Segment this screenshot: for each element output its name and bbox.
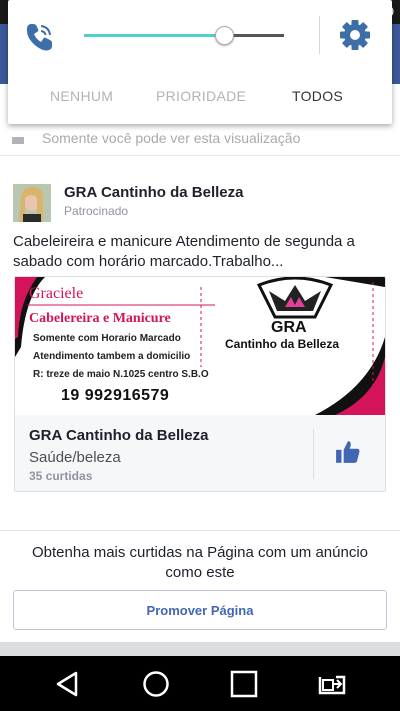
tab-todos[interactable]: TODOS xyxy=(292,88,343,104)
avatar[interactable] xyxy=(13,184,51,222)
quick-settings-panel: NENHUM PRIORIDADE TODOS xyxy=(8,0,392,124)
home-icon[interactable] xyxy=(140,668,172,700)
ad-image-brand-sub: Cantinho da Belleza xyxy=(225,337,340,351)
privacy-notice: Somente você pode ver esta visualização xyxy=(0,126,400,156)
recents-icon[interactable] xyxy=(228,668,260,700)
card-category: Saúde/beleza xyxy=(29,449,121,466)
promote-text: Obtenha mais curtidas na Página com um a… xyxy=(31,544,369,581)
thumbs-up-icon[interactable] xyxy=(335,439,361,465)
promote-page-button[interactable]: Promover Página xyxy=(13,590,387,630)
ad-image-brand: GRA xyxy=(271,319,307,336)
page-card[interactable]: Graciele Cabelereira e Manicure Somente … xyxy=(14,276,386,492)
tab-prioridade[interactable]: PRIORIDADE xyxy=(156,88,246,104)
card-page-name[interactable]: GRA Cantinho da Belleza xyxy=(29,427,208,444)
volume-slider-thumb[interactable] xyxy=(215,26,234,45)
navigation-bar xyxy=(0,656,400,711)
ad-image-line: R: treze de maio N.1025 centro S.B.O xyxy=(33,369,209,380)
ad-image-phone: 19 992916579 xyxy=(61,387,170,404)
ad-image-title: Cabelereira e Manicure xyxy=(29,311,171,326)
ad-image-name: Graciele xyxy=(29,285,84,302)
divider xyxy=(0,158,400,166)
card-info[interactable]: GRA Cantinho da Belleza Saúde/beleza 35 … xyxy=(15,415,385,491)
back-icon[interactable] xyxy=(52,668,84,700)
phone-ringing-icon[interactable] xyxy=(22,20,56,54)
screen-cast-icon[interactable] xyxy=(316,668,348,700)
lock-icon xyxy=(12,137,24,144)
screen: 9 Somente você pode ver esta visualizaçã… xyxy=(0,0,400,711)
volume-slider[interactable] xyxy=(84,24,284,48)
divider xyxy=(319,16,320,54)
ad-image-line: Somente com Horario Marcado xyxy=(33,333,181,344)
sponsored-label: Patrocinado xyxy=(64,204,129,218)
ad-image[interactable]: Graciele Cabelereira e Manicure Somente … xyxy=(15,277,385,415)
promote-section: Obtenha mais curtidas na Página com um a… xyxy=(0,530,400,642)
card-likes-count: 35 curtidas xyxy=(29,469,93,483)
tab-nenhum[interactable]: NENHUM xyxy=(50,88,113,104)
post-text: Cabeleireira e manicure Atendimento de s… xyxy=(13,233,355,270)
gear-icon[interactable] xyxy=(338,18,372,52)
interruptions-tabs: NENHUM PRIORIDADE TODOS xyxy=(8,82,392,112)
ad-image-line: Atendimento tambem a domicilio xyxy=(33,351,191,362)
volume-slider-fill xyxy=(84,34,224,37)
privacy-text: Somente você pode ver esta visualização xyxy=(42,130,301,146)
divider xyxy=(0,642,400,656)
post-page-name[interactable]: GRA Cantinho da Belleza xyxy=(64,184,243,201)
sponsored-post: GRA Cantinho da Belleza Patrocinado Cabe… xyxy=(0,166,400,530)
card-divider xyxy=(313,429,314,479)
